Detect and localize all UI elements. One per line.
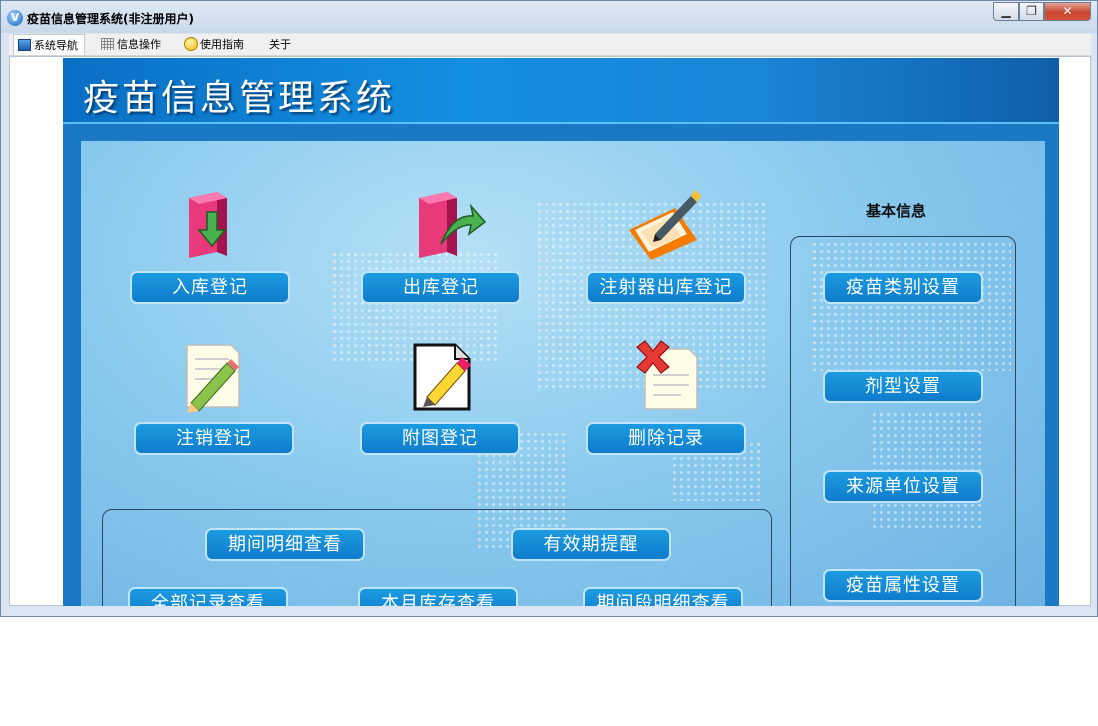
menu-user-guide[interactable]: 使用指南 — [180, 34, 250, 55]
stock-out-register-button[interactable]: 出库登记 — [361, 271, 521, 304]
window-title: 疫苗信息管理系统(非注册用户) — [27, 12, 194, 26]
banner-divider — [63, 122, 1059, 124]
folder-in-icon — [189, 192, 227, 258]
app-window: V 疫苗信息管理系统(非注册用户) ▁ ❐ ✕ 系统导航 信息操作 使用指南 关… — [0, 0, 1098, 617]
period-range-detail-button[interactable]: 期间段明细查看 — [583, 587, 743, 606]
banner: 疫苗信息管理系统 — [63, 58, 1059, 122]
vaccine-category-settings-button[interactable]: 疫苗类别设置 — [823, 271, 983, 304]
pencil-note-icon — [186, 344, 240, 413]
delete-note-icon — [636, 340, 698, 410]
menu-label: 使用指南 — [200, 38, 244, 51]
menu-info-ops[interactable]: 信息操作 — [97, 34, 167, 55]
system-title: 疫苗信息管理系统 — [83, 78, 396, 119]
folder-out-icon — [419, 192, 487, 258]
syringe-out-register-button[interactable]: 注射器出库登记 — [586, 271, 746, 304]
cancel-register-button[interactable]: 注销登记 — [134, 422, 294, 455]
dosage-form-settings-button[interactable]: 剂型设置 — [823, 370, 983, 403]
help-icon — [184, 37, 198, 51]
menu-about[interactable]: 关于 — [263, 34, 297, 55]
vaccine-attribute-settings-button[interactable]: 疫苗属性设置 — [823, 569, 983, 602]
stock-in-register-button[interactable]: 入库登记 — [130, 271, 290, 304]
source-unit-settings-button[interactable]: 来源单位设置 — [823, 470, 983, 503]
main-navigation-panel: 疫苗信息管理系统 入库登记 出库登记 注射器出库登记 注销登记 附图登记 删除记… — [63, 58, 1059, 606]
menu-label: 关于 — [269, 38, 291, 51]
all-records-view-button[interactable]: 全部记录查看 — [128, 587, 288, 606]
title-bar[interactable]: V 疫苗信息管理系统(非注册用户) ▁ ❐ ✕ — [1, 1, 1097, 33]
monthly-stock-view-button[interactable]: 本月库存查看 — [358, 587, 518, 606]
menu-system-nav[interactable]: 系统导航 — [13, 34, 85, 55]
menu-label: 系统导航 — [34, 39, 78, 52]
close-button[interactable]: ✕ — [1044, 2, 1091, 21]
attachment-register-button[interactable]: 附图登记 — [360, 422, 520, 455]
basic-info-title: 基本信息 — [866, 202, 927, 220]
nav-icon — [18, 39, 31, 51]
period-detail-view-button[interactable]: 期间明细查看 — [205, 528, 365, 561]
app-logo-icon: V — [7, 10, 23, 26]
menu-bar: 系统导航 信息操作 使用指南 关于 — [9, 34, 1091, 56]
delete-record-button[interactable]: 删除记录 — [586, 422, 746, 455]
pen-folder-icon — [629, 190, 701, 260]
grid-icon — [101, 38, 114, 50]
edit-document-icon — [413, 343, 471, 411]
expiry-reminder-button[interactable]: 有效期提醒 — [511, 528, 671, 561]
menu-label: 信息操作 — [117, 38, 161, 51]
maximize-button[interactable]: ❐ — [1019, 2, 1044, 21]
minimize-button[interactable]: ▁ — [993, 2, 1019, 21]
